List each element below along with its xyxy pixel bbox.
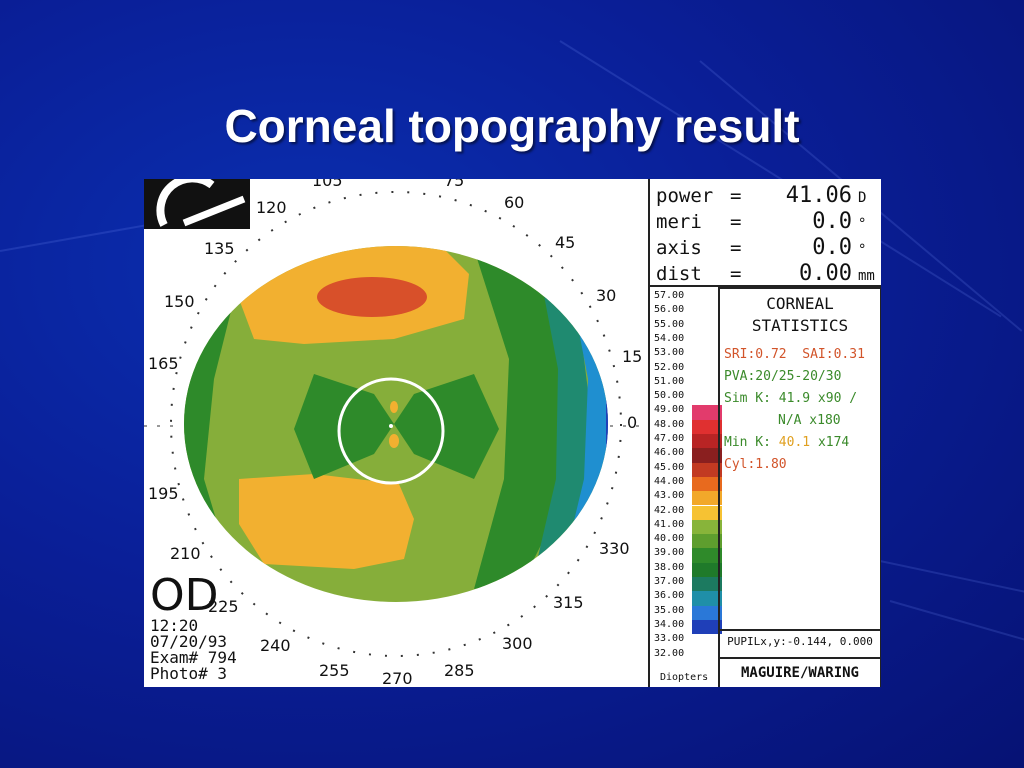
degree-label-60: 60 (504, 193, 525, 212)
reading-power: power = 41.06 D (656, 183, 867, 208)
scale-label: 44.00 (654, 475, 685, 487)
brand-label: MAGUIRE/WARING (718, 657, 881, 687)
exam-info: OD 12:20 07/20/93 Exam# 794 Photo# 3 (150, 574, 237, 682)
degree-label-330: 330 (599, 539, 630, 558)
photo-number: Photo# 3 (150, 664, 228, 683)
stat-sri: SRI:0.72 (724, 347, 787, 362)
pupil-center (389, 424, 393, 428)
reading-dist: dist = 0.00 mm (656, 261, 875, 286)
scale-label: 33.00 (654, 633, 685, 645)
scale-label: 51.00 (654, 375, 685, 387)
degree-label-165: 165 (148, 354, 179, 373)
scale-label: 36.00 (654, 590, 685, 602)
scale-label: 41.00 (654, 518, 685, 530)
scale-label: 55.00 (654, 318, 685, 330)
degree-label-120: 120 (256, 198, 287, 217)
scale-label: 53.00 (654, 347, 685, 359)
degree-label-75: 75 (444, 179, 465, 190)
degree-label-210: 210 (170, 544, 201, 563)
degree-label-45: 45 (555, 233, 576, 252)
scale-label: 54.00 (654, 332, 685, 344)
topography-printout: 105 75 60 45 30 15 0 330 315 300 285 270… (144, 179, 881, 687)
stat-sri-sai: SRI:0.72 SAI:0.31 (724, 347, 865, 362)
device-logo (144, 179, 250, 229)
stat-sai: SAI:0.31 (802, 347, 865, 362)
scale-label: 57.00 (654, 290, 685, 301)
stat-pva: PVA:20/25-20/30 (724, 369, 842, 384)
scale-label: 56.00 (654, 304, 685, 316)
stat-simk: Sim K: 41.9 x90 / (724, 391, 858, 406)
degree-label-285: 285 (444, 661, 475, 680)
reading-axis: axis = 0.0 ° (656, 235, 867, 260)
stat-mink: Min K: 40.1 x174 (724, 435, 850, 450)
map-zone-red-spot (317, 277, 427, 317)
degree-label-315: 315 (553, 593, 584, 612)
degree-label-240: 240 (260, 636, 291, 655)
stat-cyl: Cyl:1.80 (724, 457, 787, 472)
stat-na: N/A x180 (778, 413, 841, 428)
scale-label: 43.00 (654, 490, 685, 502)
scale-label: 47.00 (654, 433, 685, 444)
degree-label-150: 150 (164, 292, 195, 311)
degree-label-105: 105 (312, 179, 343, 190)
degree-label-255: 255 (319, 661, 350, 680)
slide-title: Corneal topography result (224, 99, 800, 152)
stats-title: CORNEAL STATISTICS (751, 294, 849, 335)
scale-label: 38.00 (654, 561, 685, 573)
scale-label: 49.00 (654, 404, 685, 416)
scale-label: 39.00 (654, 547, 685, 559)
meri-value: 0.0 (812, 209, 852, 234)
scale-unit: Diopters (660, 672, 709, 683)
degree-label-0: 0 (627, 413, 638, 432)
axis-value: 0.0 (812, 235, 852, 260)
degree-label-195: 195 (148, 484, 179, 503)
readings-box: power = 41.06 D meri = 0.0 ° axis = 0.0 ° dist = 0.… (648, 179, 881, 287)
scale-label: 32.00 (654, 647, 685, 659)
scale-label: 50.00 (654, 390, 685, 402)
scale-label: 46.00 (654, 447, 685, 459)
eye-label: OD (150, 570, 219, 621)
degree-label-300: 300 (502, 634, 533, 653)
scale-label: 35.00 (654, 604, 685, 616)
pupil-coordinates: PUPILx,y:-0.144, 0.000 (718, 627, 881, 657)
degree-label-30: 30 (596, 286, 617, 305)
map-zone-yellow-bottom (239, 474, 414, 569)
reading-meri: meri = 0.0 ° (656, 209, 867, 234)
scale-label: 52.00 (654, 361, 685, 373)
degree-label-15: 15 (622, 347, 643, 366)
scale-label: 45.00 (654, 461, 685, 473)
scale-label: 40.00 (654, 533, 685, 545)
scale-label: 37.00 (654, 576, 685, 587)
dist-value: 0.00 (799, 261, 852, 286)
corneal-statistics-panel: CORNEAL STATISTICS SRI:0.72 SAI:0.31 PVA… (718, 287, 881, 631)
scale-label: 48.00 (654, 418, 685, 430)
scale-label: 34.00 (654, 618, 685, 630)
power-value: 41.06 (785, 183, 852, 208)
degree-label-270: 270 (382, 669, 413, 687)
scale-label: 42.00 (654, 504, 685, 516)
diopter-scale: 57.00 56.00 55.00 54.00 53.00 52.00 51.00 50.00… (648, 287, 722, 687)
degree-label-135: 135 (204, 239, 235, 258)
stat-mink-value: 40.1 (778, 435, 811, 450)
